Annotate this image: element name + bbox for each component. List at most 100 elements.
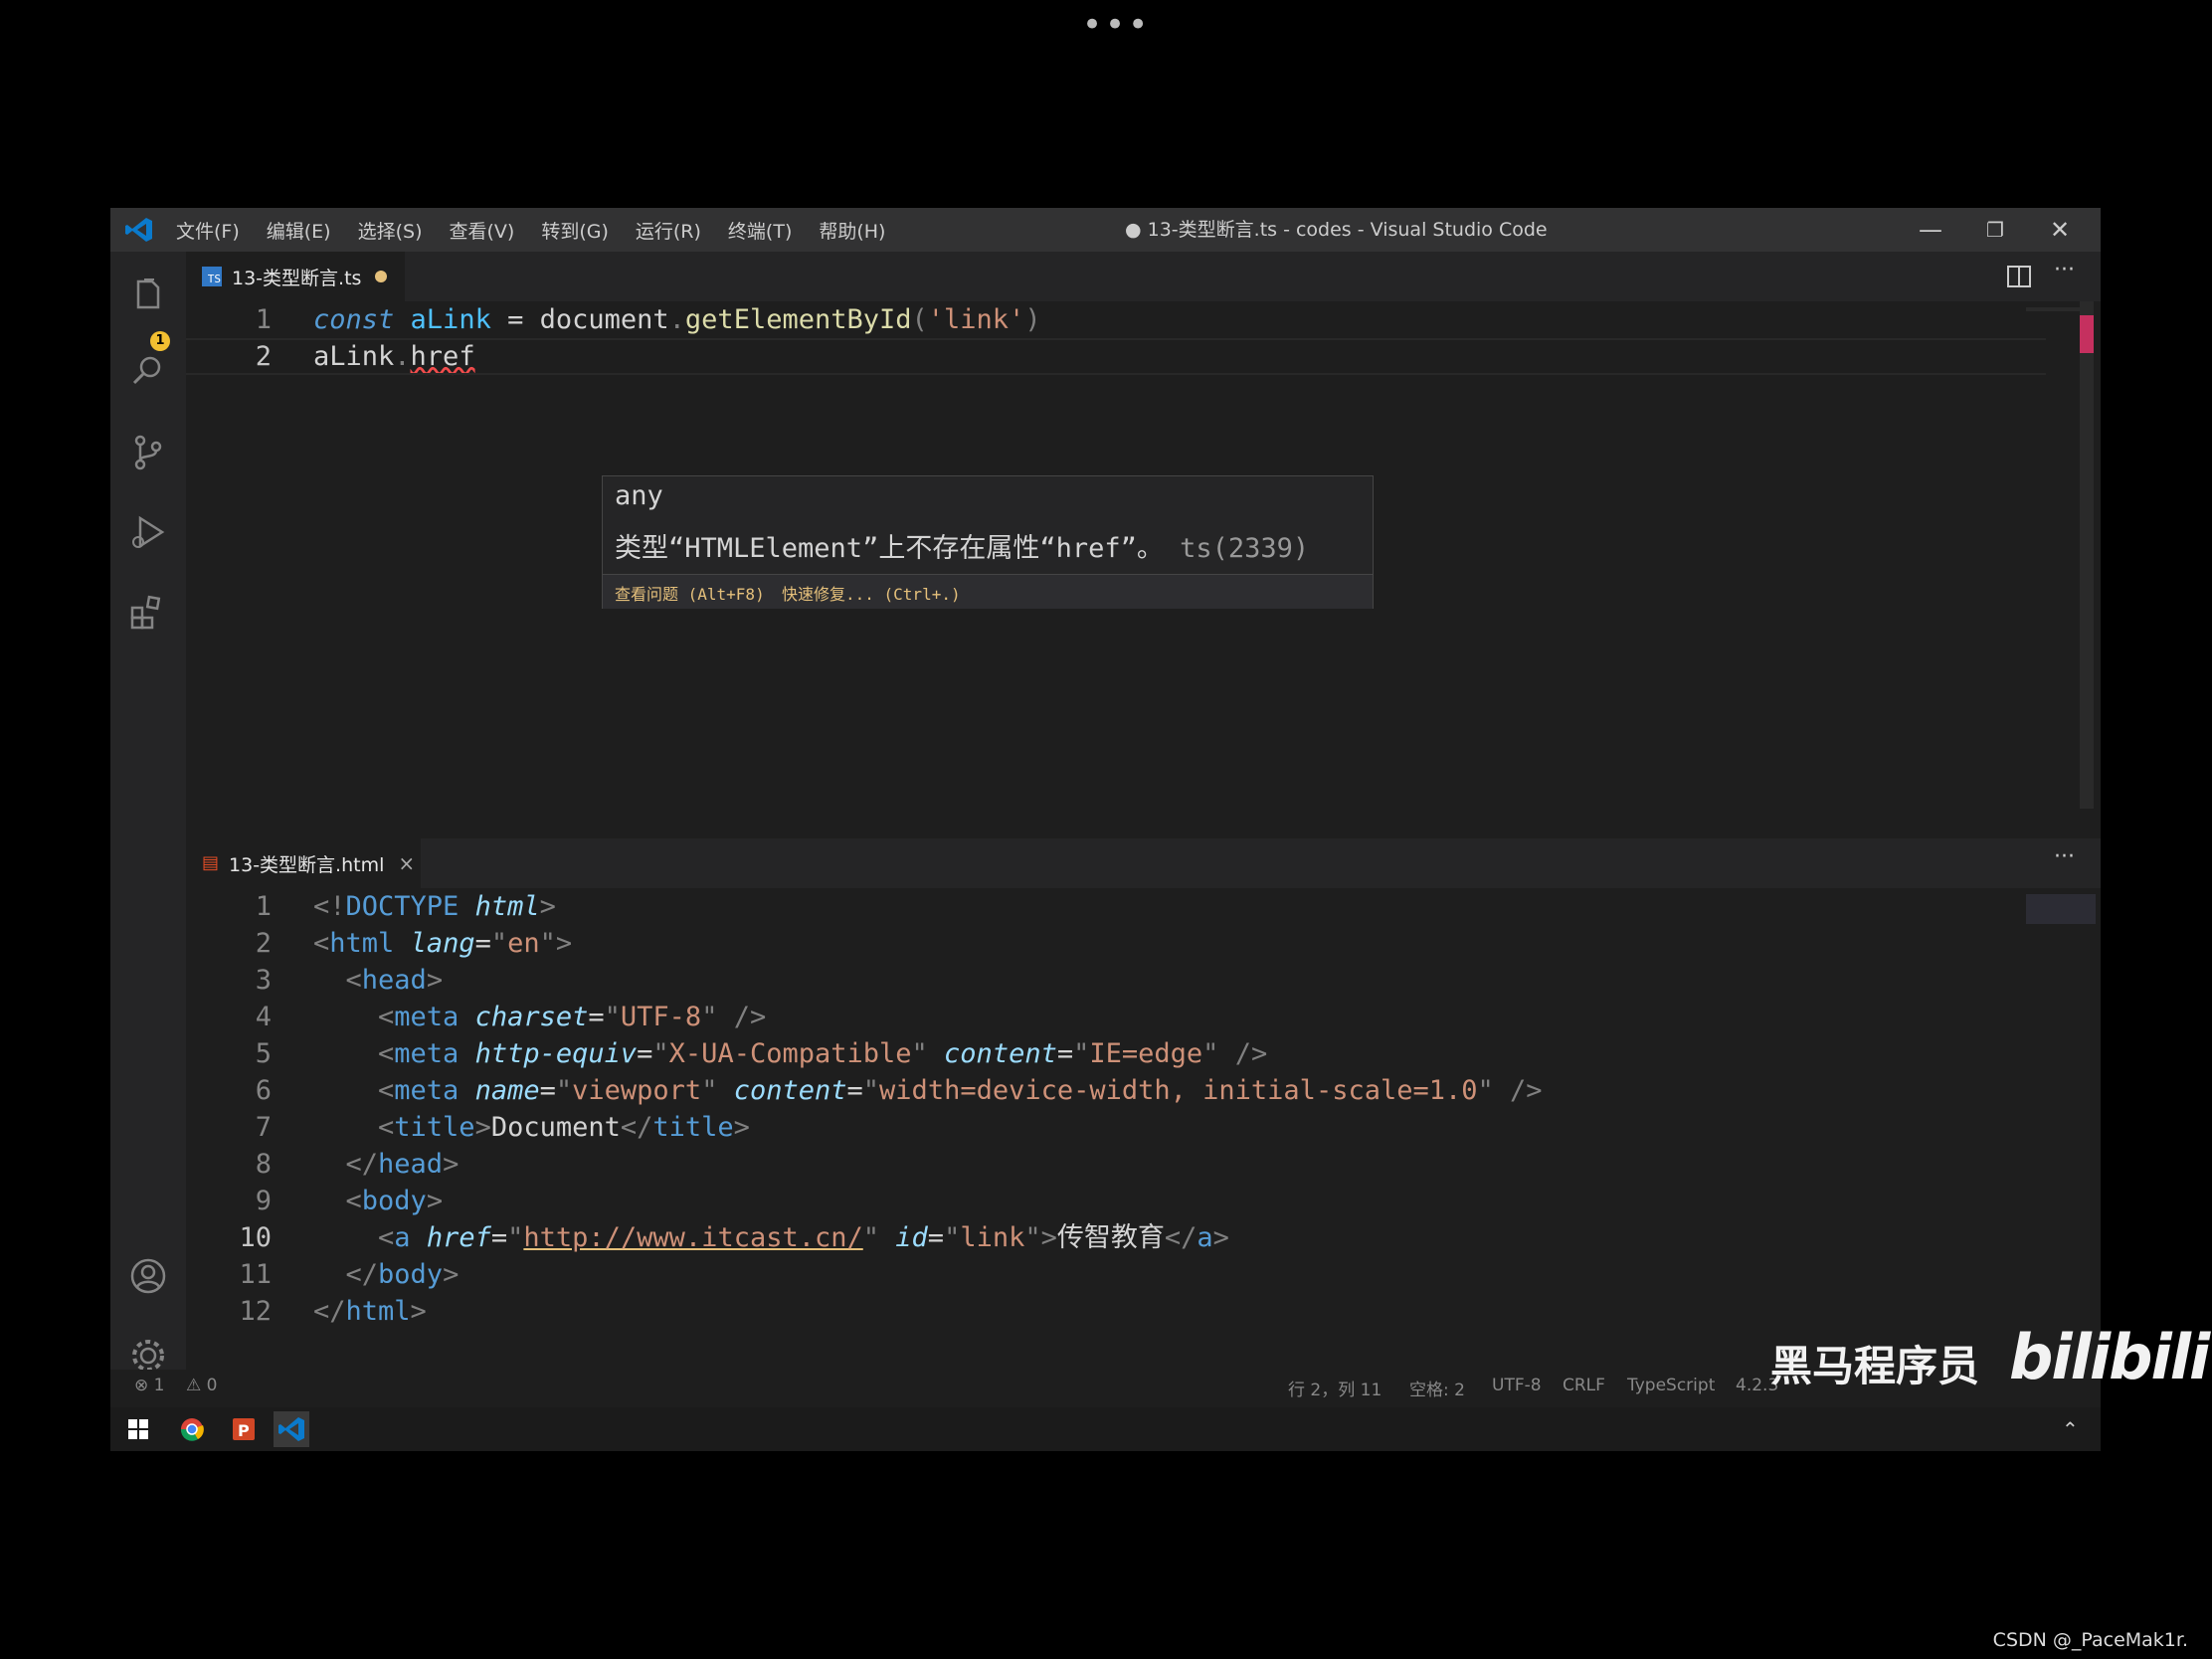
- powerpoint-icon[interactable]: P: [226, 1411, 262, 1447]
- code-line[interactable]: 1 const aLink = document.getElementById('…: [186, 301, 2046, 338]
- top-scrollbar[interactable]: [2080, 301, 2094, 809]
- split-editor-icon[interactable]: [2006, 264, 2032, 289]
- bottom-editor[interactable]: 12 </html> 11 </body> 10 <a href="http://ww…: [186, 888, 2101, 1370]
- top-editor[interactable]: 2 aLink.href 1 const aLink = document.getEl…: [186, 301, 2101, 809]
- bottom-minimap[interactable]: [2026, 894, 2096, 924]
- code-token: </: [313, 1296, 346, 1327]
- code-line[interactable]: 4 <meta charset="UTF-8" />: [186, 999, 2046, 1035]
- close-window-button[interactable]: ✕: [2030, 208, 2090, 252]
- code-token: name: [474, 1075, 540, 1106]
- code-token: body: [378, 1259, 444, 1290]
- code-token: ": [652, 1038, 669, 1069]
- line-ending[interactable]: CRLF: [1563, 1376, 1605, 1395]
- unsaved-dot-icon: [375, 271, 388, 282]
- source-control-icon[interactable]: [128, 433, 168, 472]
- menu-item[interactable]: 文件(F): [176, 217, 240, 244]
- overlay-dots[interactable]: •••: [1082, 8, 1151, 42]
- tab-13-类型断言-html[interactable]: ▤ 13-类型断言.html ×: [186, 838, 421, 888]
- code-token: title: [394, 1112, 475, 1143]
- code-token: ": [1477, 1075, 1494, 1106]
- tray-chevron-up-icon[interactable]: ⌃: [2062, 1417, 2079, 1441]
- code-line[interactable]: 10 <a href="http://www.itcast.cn/" id="l…: [186, 1219, 2046, 1256]
- watermark-text: 黑马程序员: [1770, 1342, 1980, 1390]
- code-token: >: [443, 1259, 460, 1290]
- menu-item[interactable]: 转到(G): [541, 217, 609, 244]
- title-bar: 文件(F) 编辑(E) 选择(S) 查看(V) 转到(G) 运行(R) 终端(T) 帮助(H)…: [110, 208, 2101, 252]
- code-token: =: [846, 1075, 863, 1106]
- menu-item[interactable]: 终端(T): [728, 217, 792, 244]
- code-token: viewport: [572, 1075, 702, 1106]
- code-line[interactable]: 8 </head>: [186, 1146, 2046, 1183]
- windows-start-icon[interactable]: [120, 1411, 156, 1447]
- indentation[interactable]: 空格: 2: [1409, 1376, 1465, 1400]
- warnings-count[interactable]: ⚠ 0: [186, 1376, 217, 1395]
- code-line[interactable]: 3 <head>: [186, 962, 2046, 999]
- hover-error-code: ts(2339): [1180, 533, 1310, 564]
- more-actions-icon[interactable]: ···: [2054, 258, 2075, 282]
- code-token: =: [588, 1002, 605, 1032]
- view-problem-link[interactable]: 查看问题 (Alt+F8): [615, 581, 765, 605]
- code-token: ": [701, 1002, 718, 1032]
- menu-item[interactable]: 运行(R): [636, 217, 701, 244]
- code-token: const: [313, 304, 395, 335]
- code-token: >: [474, 1112, 491, 1143]
- more-actions-icon[interactable]: ···: [2054, 844, 2075, 869]
- code-token: a: [1197, 1222, 1213, 1253]
- code-line[interactable]: 7 <title>Document</title>: [186, 1109, 2046, 1146]
- code-text: const aLink = document.getElementById('l…: [313, 301, 1041, 338]
- tab-label: 13-类型断言.html: [229, 853, 385, 876]
- hover-actions: 查看问题 (Alt+F8) 快速修复... (Ctrl+.): [603, 574, 1373, 609]
- hover-message: 类型“HTMLElement”上不存在属性“href”。 ts(2339): [615, 526, 1309, 565]
- tab-close-icon[interactable]: ×: [398, 851, 415, 875]
- code-token: DOCTYPE: [345, 891, 460, 922]
- account-icon[interactable]: [128, 1256, 168, 1296]
- top-minimap[interactable]: [2026, 307, 2086, 311]
- code-line[interactable]: 1 <!DOCTYPE html>: [186, 888, 2046, 925]
- code-token: >: [555, 928, 573, 959]
- code-token: html: [345, 1296, 411, 1327]
- menu-item[interactable]: 编辑(E): [267, 217, 331, 244]
- code-token: />: [717, 1002, 767, 1032]
- tab-13-类型断言-ts[interactable]: TS 13-类型断言.ts: [186, 252, 405, 301]
- svg-text:P: P: [238, 1421, 250, 1440]
- menu-item[interactable]: 选择(S): [358, 217, 423, 244]
- code-line[interactable]: 9 <body>: [186, 1183, 2046, 1219]
- code-line[interactable]: 5 <meta http-equiv="X-UA-Compatible" con…: [186, 1035, 2046, 1072]
- minimize-button[interactable]: —: [1901, 208, 1960, 252]
- encoding[interactable]: UTF-8: [1492, 1376, 1542, 1395]
- language-mode[interactable]: TypeScript: [1627, 1376, 1715, 1395]
- explorer-icon[interactable]: [128, 276, 168, 315]
- code-token: </: [313, 1149, 379, 1180]
- run-debug-icon[interactable]: [128, 512, 168, 552]
- code-line[interactable]: 12 </html>: [186, 1293, 2046, 1330]
- search-icon[interactable]: [128, 351, 168, 391]
- code-token: ": [862, 1222, 880, 1253]
- errors-count[interactable]: ⊗ 1: [134, 1376, 164, 1395]
- cursor-position[interactable]: 行 2，列 11: [1288, 1376, 1382, 1400]
- code-token: ": [539, 928, 556, 959]
- menu-item[interactable]: 查看(V): [450, 217, 515, 244]
- code-text: <meta name="viewport" content="width=dev…: [313, 1072, 1543, 1109]
- restore-button[interactable]: ❐: [1965, 208, 2025, 252]
- code-line[interactable]: 6 <meta name="viewport" content="width=d…: [186, 1072, 2046, 1109]
- extensions-icon[interactable]: [128, 592, 168, 632]
- window-title: ● 13-类型断言.ts - codes - Visual Studio Cod…: [1125, 219, 1548, 241]
- code-token: =: [490, 1222, 508, 1253]
- code-token: >: [1040, 1222, 1057, 1253]
- code-token: >: [443, 1149, 460, 1180]
- code-token: =: [474, 928, 491, 959]
- code-token: (: [911, 304, 928, 335]
- code-line[interactable]: 2 <html lang="en">: [186, 925, 2046, 962]
- code-token: getElementById: [684, 304, 912, 335]
- code-token: http-equiv: [474, 1038, 638, 1069]
- current-line-highlight: [186, 338, 2046, 375]
- chrome-icon[interactable]: [174, 1411, 210, 1447]
- quick-fix-link[interactable]: 快速修复... (Ctrl+.): [782, 581, 961, 605]
- code-token: >: [410, 1296, 427, 1327]
- menu-item[interactable]: 帮助(H): [819, 217, 885, 244]
- vscode-taskbar-icon[interactable]: [274, 1411, 309, 1447]
- code-line[interactable]: 11 </body>: [186, 1256, 2046, 1293]
- code-token: head: [361, 965, 427, 996]
- code-token: charset: [474, 1002, 589, 1032]
